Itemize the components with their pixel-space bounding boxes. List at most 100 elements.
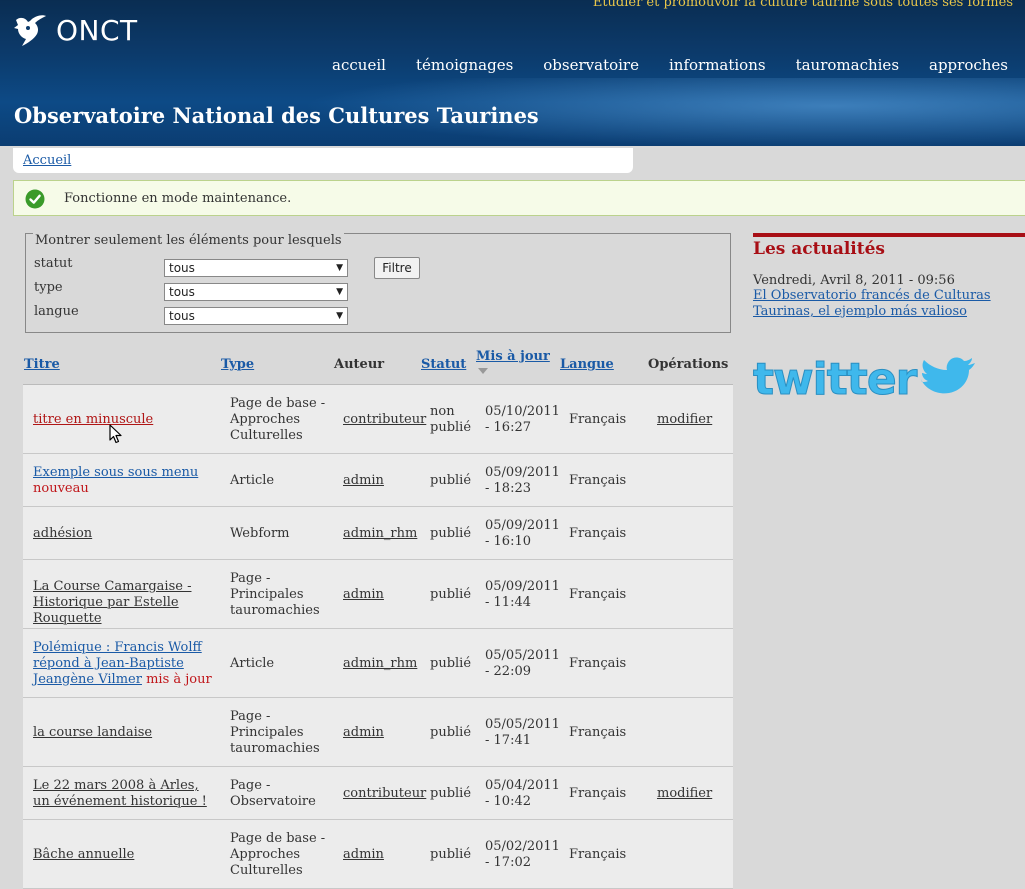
filter-status-select[interactable]: tous ▼ [164, 259, 348, 277]
row-date: 05/10/2011 - 16:27 [485, 404, 560, 435]
filter-button[interactable]: Filtre [374, 257, 420, 279]
mouse-cursor-icon [109, 424, 122, 444]
row-type: Page de base - Approches Culturelles [230, 396, 326, 443]
row-author-link[interactable]: admin_rhm [343, 656, 417, 672]
row-status: publié [430, 656, 472, 671]
row-edit-link[interactable]: modifier [657, 412, 712, 428]
header-operations: Opérations [648, 357, 729, 372]
row-author-link[interactable]: admin [343, 847, 384, 863]
row-date: 05/04/2011 - 10:42 [485, 778, 560, 809]
twitter-logo[interactable]: twitter [753, 355, 975, 401]
table-row: Bâche annuelle Page de base - Approches … [23, 820, 733, 889]
twitter-wordmark: twitter [753, 355, 918, 401]
row-date: 05/09/2011 - 18:23 [485, 465, 560, 496]
row-title-cell: Polémique : Francis Wolff répond à Jean-… [33, 640, 218, 688]
row-type: Page - Principales tauromachies [230, 571, 320, 618]
sort-type-link[interactable]: Type [221, 357, 254, 372]
chevron-down-icon: ▼ [336, 287, 343, 297]
filter-type-select[interactable]: tous ▼ [164, 283, 348, 301]
bull-icon [14, 15, 46, 46]
row-author-link[interactable]: admin [343, 725, 384, 741]
row-title-link[interactable]: Le 22 mars 2008 à Arles, un événement hi… [33, 778, 218, 810]
filter-status-value: tous [169, 261, 195, 275]
row-language: Français [569, 725, 627, 740]
row-author-link[interactable]: contributeur [343, 412, 426, 428]
row-type: Page - Observatoire [230, 778, 316, 809]
row-type: Page - Principales tauromachies [230, 709, 320, 756]
nav-tauromachies[interactable]: tauromachies [796, 56, 899, 74]
news-block-title: Les actualités [753, 233, 1025, 259]
row-title-link[interactable]: La Course Camargaise - Historique par Es… [33, 579, 218, 627]
sort-status-link[interactable]: Statut [421, 357, 466, 372]
news-date: Vendredi, Avril 8, 2011 - 09:56 [753, 273, 955, 288]
row-status: publié [430, 587, 472, 602]
filter-language-select[interactable]: tous ▼ [164, 307, 348, 325]
row-type: Webform [230, 526, 290, 541]
row-language: Français [569, 656, 627, 671]
filter-type-value: tous [169, 285, 195, 299]
row-author-link[interactable]: admin [343, 473, 384, 489]
header-language[interactable]: Langue [560, 357, 614, 372]
filter-label-status: statut [34, 256, 73, 271]
logo-text: ONCT [56, 13, 138, 47]
site-logo[interactable]: ONCT [12, 12, 138, 48]
site-slogan: Etudier et promouvoir la culture taurine… [592, 0, 1013, 10]
row-type: Article [230, 656, 275, 671]
status-message: Fonctionne en mode maintenance. [13, 180, 1025, 216]
header-author: Auteur [334, 357, 385, 372]
table-row: la course landaise Page - Principales ta… [23, 698, 733, 767]
row-type: Page de base - Approches Culturelles [230, 831, 326, 878]
sort-language-link[interactable]: Langue [560, 357, 614, 372]
nav-accueil[interactable]: accueil [332, 56, 386, 74]
row-status: non publié [430, 404, 472, 435]
row-status: publié [430, 847, 472, 862]
row-edit-link[interactable]: modifier [657, 786, 712, 802]
row-author-link[interactable]: contributeur [343, 786, 426, 802]
header-type[interactable]: Type [221, 357, 254, 372]
header-updated[interactable]: Mis à jour [476, 349, 550, 364]
row-language: Français [569, 786, 627, 801]
main-nav: accueil témoignages observatoire informa… [302, 56, 1008, 74]
row-title-link[interactable]: Bâche annuelle [33, 847, 218, 863]
filter-legend: Montrer seulement les éléments pour lesq… [33, 233, 344, 248]
table-row: titre en minuscule Page de base - Approc… [23, 385, 733, 454]
row-title-link[interactable]: adhésion [33, 526, 218, 542]
nav-approches[interactable]: approches [929, 56, 1008, 74]
row-language: Français [569, 587, 627, 602]
row-language: Français [569, 526, 627, 541]
row-author-link[interactable]: admin [343, 587, 384, 603]
row-date: 05/05/2011 - 17:41 [485, 717, 560, 748]
table-row: Polémique : Francis Wolff répond à Jean-… [23, 629, 733, 698]
row-new-marker: nouveau [33, 481, 89, 496]
row-status: publié [430, 725, 472, 740]
sort-desc-icon [478, 368, 488, 374]
row-language: Français [569, 847, 627, 862]
filter-label-language: langue [34, 304, 79, 319]
row-title-link[interactable]: Exemple sous sous menu [33, 465, 198, 480]
row-date: 05/02/2011 - 17:02 [485, 839, 560, 870]
sidebar: Les actualités Vendredi, Avril 8, 2011 -… [753, 233, 1025, 401]
row-date: 05/09/2011 - 11:44 [485, 579, 560, 610]
nav-temoignages[interactable]: témoignages [416, 56, 513, 74]
header-status[interactable]: Statut [421, 357, 466, 372]
sort-title-link[interactable]: Titre [24, 357, 60, 372]
nav-observatoire[interactable]: observatoire [543, 56, 639, 74]
nav-informations[interactable]: informations [669, 56, 766, 74]
header-title[interactable]: Titre [24, 357, 60, 372]
table-row: Le 22 mars 2008 à Arles, un événement hi… [23, 767, 733, 820]
news-item-link[interactable]: El Observatorio francés de Culturas Taur… [753, 288, 1025, 320]
breadcrumb: Accueil [13, 148, 633, 173]
sort-updated-link[interactable]: Mis à jour [476, 349, 550, 364]
row-updated-marker: mis à jour [146, 672, 212, 687]
chevron-down-icon: ▼ [336, 263, 343, 273]
row-title-link[interactable]: la course landaise [33, 725, 218, 741]
site-header: Etudier et promouvoir la culture taurine… [0, 0, 1025, 146]
row-status: publié [430, 786, 472, 801]
row-title-link[interactable]: titre en minuscule [33, 412, 218, 428]
table-row: La Course Camargaise - Historique par Es… [23, 560, 733, 629]
breadcrumb-home-link[interactable]: Accueil [23, 153, 71, 168]
row-author-link[interactable]: admin_rhm [343, 526, 417, 542]
site-title[interactable]: Observatoire National des Cultures Tauri… [14, 103, 539, 128]
filter-language-value: tous [169, 309, 195, 323]
row-date: 05/05/2011 - 22:09 [485, 648, 560, 679]
